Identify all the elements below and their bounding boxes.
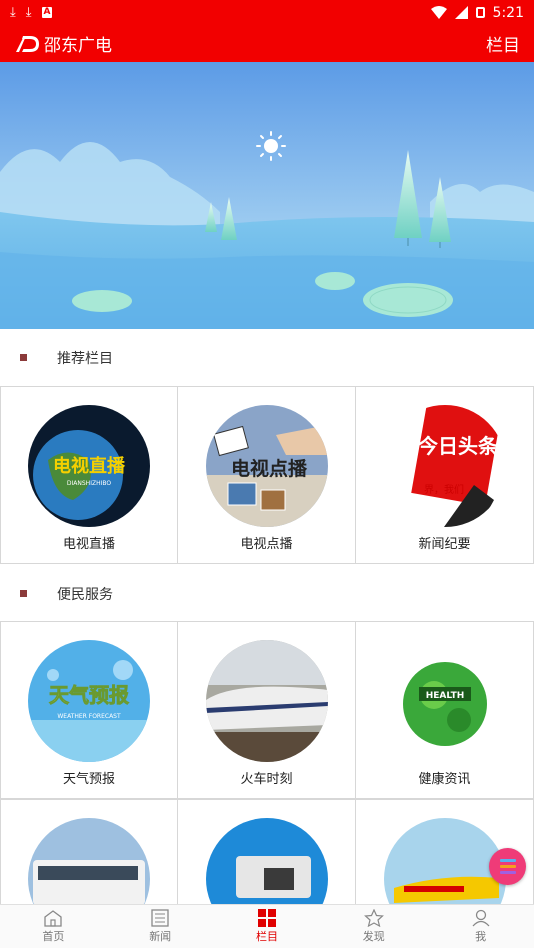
recommended-grid: 电视直播 DIANSHIZHIBO 电视直播 电视点播 电视点播 今日头条 界，… <box>0 386 534 564</box>
signal-icon <box>454 6 468 19</box>
grid-item-health[interactable]: HEALTH 健康资讯 <box>356 621 534 799</box>
tv-vod-thumbnail: 电视点播 <box>205 405 328 527</box>
floating-menu-button[interactable] <box>489 848 526 885</box>
nav-discover[interactable]: 发现 <box>320 905 427 948</box>
banner-illustration <box>0 62 534 329</box>
nav-label: 我 <box>475 930 487 943</box>
grid-item-label: 新闻纪要 <box>418 537 471 552</box>
tv-live-thumbnail: 电视直播 DIANSHIZHIBO <box>28 405 150 527</box>
nav-label: 发现 <box>362 930 385 943</box>
user-icon <box>472 909 490 927</box>
download-icon: ⤓ <box>25 5 32 20</box>
thumb-title: 今日头条 <box>418 434 499 458</box>
train-thumbnail <box>205 640 328 762</box>
grid-item-tv-live[interactable]: 电视直播 DIANSHIZHIBO 电视直播 <box>0 386 178 564</box>
app-screen: ⤓ ⤓ A 5:21 邵东广电 栏目 推荐栏目 电视直播 DIANSHIZHIB… <box>0 0 534 948</box>
nav-news[interactable]: 新闻 <box>107 905 214 948</box>
menu-button[interactable]: 栏目 <box>486 31 520 56</box>
thumb-sub: DIANSHIZHIBO <box>67 480 111 487</box>
nav-label: 首页 <box>42 930 65 943</box>
thumb-title: HEALTH <box>425 691 464 701</box>
grid-item-label: 电视点播 <box>240 537 293 552</box>
home-icon <box>44 910 63 927</box>
nav-label: 栏目 <box>255 930 278 943</box>
status-time: 5:21 <box>492 4 524 21</box>
download-icon: ⤓ <box>10 5 16 20</box>
notification-a-icon: A <box>41 7 53 18</box>
grid-item-label: 电视直播 <box>62 537 115 552</box>
health-thumbnail: HEALTH <box>383 640 506 762</box>
nav-me[interactable]: 我 <box>427 905 534 948</box>
section-marker <box>20 354 27 361</box>
thumb-title: 天气预报 <box>49 683 129 707</box>
grid-item-label: 健康资讯 <box>418 772 471 787</box>
grid-item-tv-vod[interactable]: 电视点播 电视点播 <box>178 386 356 564</box>
services-grid: 天气预报 WEATHER FORECAST 天气预报 火车时刻 HEALTH 健… <box>0 621 534 948</box>
logo-icon <box>16 35 39 52</box>
thumb-title: 电视直播 <box>53 455 126 477</box>
thumb-sub: 界，我们 <box>424 483 464 496</box>
section-header-services: 便民服务 <box>0 565 534 622</box>
section-marker <box>20 590 27 597</box>
wifi-icon <box>430 6 447 19</box>
weather-thumbnail: 天气预报 WEATHER FORECAST <box>28 640 150 762</box>
grid-item-weather[interactable]: 天气预报 WEATHER FORECAST 天气预报 <box>0 621 178 799</box>
section-title: 推荐栏目 <box>57 350 113 367</box>
section-header-recommended: 推荐栏目 <box>0 329 534 386</box>
news-icon <box>151 909 169 927</box>
section-title: 便民服务 <box>57 586 113 603</box>
app-title: 邵东广电 <box>44 36 112 56</box>
title-bar: 邵东广电 栏目 <box>0 25 534 62</box>
thumb-sub: WEATHER FORECAST <box>57 713 121 720</box>
bottom-nav: 首页 新闻 栏目 发现 我 <box>0 904 534 948</box>
nav-columns[interactable]: 栏目 <box>214 905 321 948</box>
grid-item-label: 火车时刻 <box>240 772 293 787</box>
discover-icon <box>363 909 384 927</box>
battery-icon <box>475 7 485 18</box>
grid-icon <box>257 909 276 927</box>
nav-label: 新闻 <box>149 930 172 943</box>
thumb-title: 电视点播 <box>230 457 307 480</box>
grid-item-news-digest[interactable]: 今日头条 界，我们 新闻纪要 <box>356 386 534 564</box>
grid-item-train-schedule[interactable]: 火车时刻 <box>178 621 356 799</box>
news-digest-thumbnail: 今日头条 界，我们 <box>383 405 506 527</box>
nav-home[interactable]: 首页 <box>0 905 107 948</box>
status-bar: ⤓ ⤓ A 5:21 <box>0 0 534 25</box>
grid-item-label: 天气预报 <box>62 772 115 787</box>
